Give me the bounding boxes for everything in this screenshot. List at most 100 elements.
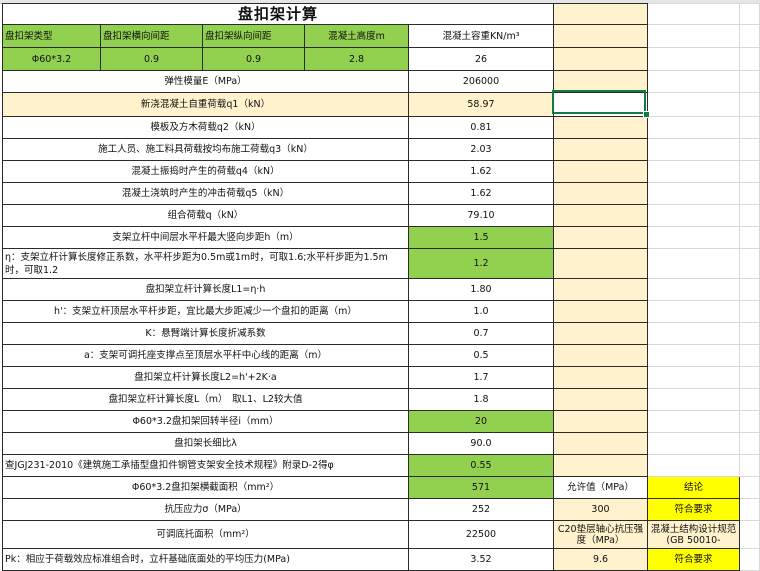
row-value[interactable]: 1.62 bbox=[408, 182, 554, 205]
cell-f[interactable] bbox=[553, 388, 648, 411]
row-label[interactable]: 盘扣架立杆计算长度L2=h'+2K·a bbox=[2, 366, 409, 389]
cell-f[interactable] bbox=[553, 344, 648, 367]
cell-g[interactable] bbox=[647, 454, 740, 477]
cell-f[interactable] bbox=[553, 454, 648, 477]
cell-h[interactable] bbox=[739, 454, 760, 477]
row-label[interactable]: 弹性模量E（MPa） bbox=[2, 70, 409, 93]
cell-f[interactable] bbox=[553, 410, 648, 433]
cell-h[interactable] bbox=[739, 92, 760, 117]
cell-g[interactable] bbox=[647, 344, 740, 367]
cell-g[interactable] bbox=[647, 248, 740, 279]
cell-f[interactable] bbox=[553, 322, 648, 345]
row-label[interactable]: 混凝土振捣时产生的荷载q4（kN） bbox=[2, 160, 409, 183]
row-value[interactable]: 571 bbox=[408, 476, 554, 499]
row-value[interactable]: 1.62 bbox=[408, 160, 554, 183]
cell-h[interactable] bbox=[739, 226, 760, 249]
gb-code-label[interactable]: 混凝土结构设计规范(GB 50010- bbox=[647, 520, 740, 549]
header-thickness[interactable]: 混凝土高度m bbox=[304, 24, 409, 48]
cell-f3[interactable] bbox=[553, 47, 648, 71]
conclusion-header[interactable]: 结论 bbox=[647, 476, 740, 499]
cell-g[interactable] bbox=[647, 366, 740, 389]
cell-g[interactable] bbox=[647, 300, 740, 323]
cell-g1[interactable] bbox=[647, 3, 740, 25]
cell-g[interactable] bbox=[647, 70, 740, 93]
c20-strength-label[interactable]: C20垫层轴心抗压强度（MPa） bbox=[553, 520, 648, 549]
header-v-spacing[interactable]: 盘扣架纵向间距 bbox=[202, 24, 305, 48]
cell-h[interactable] bbox=[739, 548, 760, 571]
cell-g2[interactable] bbox=[647, 24, 740, 48]
cell-h[interactable] bbox=[739, 498, 760, 521]
cell-f[interactable] bbox=[553, 432, 648, 455]
cell-h[interactable] bbox=[739, 70, 760, 93]
row-value[interactable]: 79.10 bbox=[408, 204, 554, 227]
row-label[interactable]: 混凝土浇筑时产生的冲击荷载q5（kN） bbox=[2, 182, 409, 205]
cell-h[interactable] bbox=[739, 410, 760, 433]
row-value[interactable]: 22500 bbox=[408, 520, 554, 549]
header-type[interactable]: 盘扣架类型 bbox=[2, 24, 101, 48]
header-h-spacing[interactable]: 盘扣架横向间距 bbox=[100, 24, 203, 48]
cell-h[interactable] bbox=[739, 432, 760, 455]
cell-g[interactable] bbox=[647, 432, 740, 455]
cell-g3[interactable] bbox=[647, 47, 740, 71]
row-value[interactable]: 0.7 bbox=[408, 322, 554, 345]
row-value[interactable]: 0.55 bbox=[408, 454, 554, 477]
conclusion-1[interactable]: 符合要求 bbox=[647, 498, 740, 521]
row-label[interactable]: Φ60*3.2盘扣架横截面积（mm²） bbox=[2, 476, 409, 499]
row-label[interactable]: 抗压应力σ（MPa） bbox=[2, 498, 409, 521]
cell-h3[interactable] bbox=[739, 47, 760, 71]
row-value[interactable]: 1.7 bbox=[408, 366, 554, 389]
cell-g[interactable] bbox=[647, 410, 740, 433]
allow-value-1[interactable]: 300 bbox=[553, 498, 648, 521]
row-value[interactable]: 1.80 bbox=[408, 278, 554, 301]
row-label[interactable]: 组合荷载q（kN） bbox=[2, 204, 409, 227]
row-value[interactable]: 20 bbox=[408, 410, 554, 433]
cell-f[interactable] bbox=[553, 204, 648, 227]
cell-h[interactable] bbox=[739, 204, 760, 227]
cell-f[interactable] bbox=[553, 138, 648, 161]
row-label[interactable]: Φ60*3.2盘扣架回转半径i（mm） bbox=[2, 410, 409, 433]
cell-g[interactable] bbox=[647, 182, 740, 205]
cell-f[interactable] bbox=[553, 278, 648, 301]
cell-h[interactable] bbox=[739, 116, 760, 139]
row-label[interactable]: 施工人员、施工料具荷载按均布施工荷载q3（kN） bbox=[2, 138, 409, 161]
cell-g[interactable] bbox=[647, 226, 740, 249]
cell-g[interactable] bbox=[647, 160, 740, 183]
cell-g[interactable] bbox=[647, 92, 740, 117]
row-label[interactable]: 模板及方木荷载q2（kN） bbox=[2, 116, 409, 139]
value-v-spacing[interactable]: 0.9 bbox=[202, 47, 305, 71]
row-label[interactable]: 盘扣架立杆计算长度L1=η·h bbox=[2, 278, 409, 301]
cell-f[interactable] bbox=[553, 366, 648, 389]
allow-value-2[interactable]: 9.6 bbox=[553, 548, 648, 571]
value-h-spacing[interactable]: 0.9 bbox=[100, 47, 203, 71]
row-value[interactable]: 252 bbox=[408, 498, 554, 521]
cell-h2[interactable] bbox=[739, 24, 760, 48]
conclusion-2[interactable]: 符合要求 bbox=[647, 548, 740, 571]
row-value[interactable]: 3.52 bbox=[408, 548, 554, 571]
value-type[interactable]: Φ60*3.2 bbox=[2, 47, 101, 71]
row-value[interactable]: 0.5 bbox=[408, 344, 554, 367]
row-label[interactable]: K：悬臂端计算长度折减系数 bbox=[2, 322, 409, 345]
cell-f1[interactable] bbox=[553, 3, 648, 25]
cell-f[interactable] bbox=[553, 160, 648, 183]
row-value[interactable]: 0.81 bbox=[408, 116, 554, 139]
row-value[interactable]: 1.5 bbox=[408, 226, 554, 249]
row-value[interactable]: 58.97 bbox=[408, 92, 554, 117]
cell-h[interactable] bbox=[739, 388, 760, 411]
row-value[interactable]: 90.0 bbox=[408, 432, 554, 455]
cell-f[interactable] bbox=[553, 300, 648, 323]
cell-g[interactable] bbox=[647, 278, 740, 301]
cell-g[interactable] bbox=[647, 116, 740, 139]
header-density[interactable]: 混凝土容重KN/m³ bbox=[408, 24, 554, 48]
sheet-title[interactable]: 盘扣架计算 bbox=[2, 3, 554, 25]
row-label[interactable]: 盘扣架长细比λ bbox=[2, 432, 409, 455]
cell-g[interactable] bbox=[647, 204, 740, 227]
cell-h[interactable] bbox=[739, 278, 760, 301]
row-label[interactable]: 可调底托面积（mm²） bbox=[2, 520, 409, 549]
row-label[interactable]: 盘扣架立杆计算长度L（m） 取L1、L2较大值 bbox=[2, 388, 409, 411]
row-value[interactable]: 2.03 bbox=[408, 138, 554, 161]
row-label[interactable]: h'：支架立杆顶层水平杆步距，宜比最大步距减少一个盘扣的距离（m） bbox=[2, 300, 409, 323]
row-value[interactable]: 1.0 bbox=[408, 300, 554, 323]
cell-h1[interactable] bbox=[739, 3, 760, 25]
cell-h[interactable] bbox=[739, 300, 760, 323]
row-value[interactable]: 1.2 bbox=[408, 248, 554, 279]
